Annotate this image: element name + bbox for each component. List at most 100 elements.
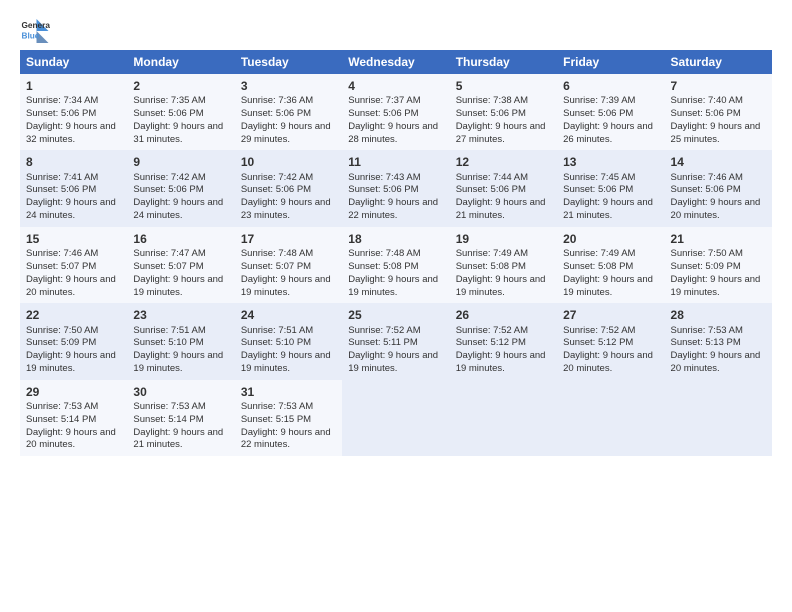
day-number: 25 (348, 307, 443, 323)
day-number: 23 (133, 307, 228, 323)
sunrise-info: Sunrise: 7:49 AM (563, 248, 658, 261)
calendar-cell: 4Sunrise: 7:37 AMSunset: 5:06 PMDaylight… (342, 74, 449, 150)
sunset-info: Sunset: 5:11 PM (348, 337, 443, 350)
weekday-header: Wednesday (342, 50, 449, 74)
sunrise-info: Sunrise: 7:52 AM (456, 325, 551, 338)
daylight-info: Daylight: 9 hours and 31 minutes. (133, 121, 228, 147)
sunset-info: Sunset: 5:06 PM (348, 184, 443, 197)
sunrise-info: Sunrise: 7:39 AM (563, 95, 658, 108)
daylight-info: Daylight: 9 hours and 19 minutes. (563, 274, 658, 300)
calendar-cell: 6Sunrise: 7:39 AMSunset: 5:06 PMDaylight… (557, 74, 664, 150)
sunrise-info: Sunrise: 7:42 AM (133, 172, 228, 185)
sunrise-info: Sunrise: 7:41 AM (26, 172, 121, 185)
calendar-cell: 13Sunrise: 7:45 AMSunset: 5:06 PMDayligh… (557, 150, 664, 226)
svg-text:General: General (22, 21, 51, 30)
daylight-info: Daylight: 9 hours and 19 minutes. (133, 274, 228, 300)
daylight-info: Daylight: 9 hours and 22 minutes. (348, 197, 443, 223)
day-number: 21 (671, 231, 766, 247)
daylight-info: Daylight: 9 hours and 19 minutes. (671, 274, 766, 300)
calendar-cell: 19Sunrise: 7:49 AMSunset: 5:08 PMDayligh… (450, 227, 557, 303)
day-number: 3 (241, 78, 336, 94)
calendar-body: 1Sunrise: 7:34 AMSunset: 5:06 PMDaylight… (20, 74, 772, 456)
sunrise-info: Sunrise: 7:40 AM (671, 95, 766, 108)
calendar-cell: 24 Sunrise: 7:51 AMSunset: 5:10 PMDayligh… (235, 303, 342, 379)
day-number: 22 (26, 307, 121, 323)
day-number: 20 (563, 231, 658, 247)
calendar-cell: 25Sunrise: 7:52 AMSunset: 5:11 PMDayligh… (342, 303, 449, 379)
sunset-info: Sunset: 5:06 PM (133, 108, 228, 121)
day-number: 27 (563, 307, 658, 323)
sunrise-info: Sunrise: 7:43 AM (348, 172, 443, 185)
sunset-info: Sunset: 5:09 PM (26, 337, 121, 350)
calendar-cell: 3Sunrise: 7:36 AMSunset: 5:06 PMDaylight… (235, 74, 342, 150)
sunrise-info: Sunrise: 7:51 AM (133, 325, 228, 338)
calendar-cell (342, 380, 449, 456)
sunset-info: Sunset: 5:06 PM (456, 108, 551, 121)
sunrise-info: Sunrise: 7:36 AM (241, 95, 336, 108)
day-number: 16 (133, 231, 228, 247)
day-number: 29 (26, 384, 121, 400)
sunset-info: Sunset: 5:06 PM (563, 108, 658, 121)
day-number: 15 (26, 231, 121, 247)
calendar-week: 15Sunrise: 7:46 AMSunset: 5:07 PMDayligh… (20, 227, 772, 303)
day-number: 11 (348, 154, 443, 170)
day-number: 18 (348, 231, 443, 247)
sunrise-info: Sunrise: 7:50 AM (26, 325, 121, 338)
day-number: 4 (348, 78, 443, 94)
day-number: 13 (563, 154, 658, 170)
calendar-cell: 2Sunrise: 7:35 AMSunset: 5:06 PMDaylight… (127, 74, 234, 150)
calendar-cell: 11 Sunrise: 7:43 AMSunset: 5:06 PMDayligh… (342, 150, 449, 226)
sunset-info: Sunset: 5:10 PM (241, 337, 336, 350)
calendar-cell: 31Sunrise: 7:53 AMSunset: 5:15 PMDayligh… (235, 380, 342, 456)
sunset-info: Sunset: 5:15 PM (241, 414, 336, 427)
sunrise-info: Sunrise: 7:53 AM (241, 401, 336, 414)
calendar-cell: 16Sunrise: 7:47 AMSunset: 5:07 PMDayligh… (127, 227, 234, 303)
weekday-header: Monday (127, 50, 234, 74)
calendar-week: 29Sunrise: 7:53 AMSunset: 5:14 PMDayligh… (20, 380, 772, 456)
sunset-info: Sunset: 5:10 PM (133, 337, 228, 350)
calendar-cell: 7Sunrise: 7:40 AMSunset: 5:06 PMDaylight… (665, 74, 772, 150)
sunset-info: Sunset: 5:07 PM (133, 261, 228, 274)
day-number: 26 (456, 307, 551, 323)
sunset-info: Sunset: 5:12 PM (563, 337, 658, 350)
calendar-cell: 9Sunrise: 7:42 AMSunset: 5:06 PMDaylight… (127, 150, 234, 226)
daylight-info: Daylight: 9 hours and 19 minutes. (241, 274, 336, 300)
daylight-info: Daylight: 9 hours and 21 minutes. (133, 427, 228, 453)
sunrise-info: Sunrise: 7:47 AM (133, 248, 228, 261)
calendar-week: 22 Sunrise: 7:50 AMSunset: 5:09 PM Dayligh… (20, 303, 772, 379)
sunrise-info: Sunrise: 7:46 AM (671, 172, 766, 185)
sunset-info: Sunset: 5:06 PM (456, 184, 551, 197)
calendar-cell: 27Sunrise: 7:52 AMSunset: 5:12 PMDayligh… (557, 303, 664, 379)
calendar-cell (450, 380, 557, 456)
sunset-info: Sunset: 5:06 PM (563, 184, 658, 197)
sunset-info: Sunset: 5:12 PM (456, 337, 551, 350)
sunrise-info: Sunrise: 7:34 AM (26, 95, 121, 108)
daylight-info: Daylight: 9 hours and 20 minutes. (671, 350, 766, 376)
day-number: 14 (671, 154, 766, 170)
logo: General Blue (20, 16, 50, 46)
day-number: 24 (241, 307, 336, 323)
daylight-info: Daylight: 9 hours and 25 minutes. (671, 121, 766, 147)
sunrise-info: Sunrise: 7:35 AM (133, 95, 228, 108)
calendar-cell: 8Sunrise: 7:41 AMSunset: 5:06 PMDaylight… (20, 150, 127, 226)
weekday-header: Sunday (20, 50, 127, 74)
calendar-cell: 22Sunrise: 7:50 AMSunset: 5:09 PMDayligh… (20, 303, 127, 379)
sunrise-info: Sunrise: 7:44 AM (456, 172, 551, 185)
daylight-info: Daylight: 9 hours and 32 minutes. (26, 121, 121, 147)
calendar-cell: 5Sunrise: 7:38 AMSunset: 5:06 PMDaylight… (450, 74, 557, 150)
sunrise-info: Sunrise: 7:53 AM (133, 401, 228, 414)
sunrise-info: Sunrise: 7:50 AM (671, 248, 766, 261)
sunrise-info: Sunrise: 7:51 AM (241, 325, 336, 338)
daylight-info: Daylight: 9 hours and 19 minutes. (241, 350, 336, 376)
calendar-cell: 23Sunrise: 7:51 AMSunset: 5:10 PMDayligh… (127, 303, 234, 379)
calendar-table: SundayMondayTuesdayWednesdayThursdayFrid… (20, 50, 772, 456)
daylight-info: Daylight: 9 hours and 20 minutes. (563, 350, 658, 376)
weekday-header: Thursday (450, 50, 557, 74)
sunset-info: Sunset: 5:08 PM (563, 261, 658, 274)
day-number: 30 (133, 384, 228, 400)
calendar-cell: 1Sunrise: 7:34 AMSunset: 5:06 PMDaylight… (20, 74, 127, 150)
day-number: 17 (241, 231, 336, 247)
svg-text:Blue: Blue (22, 32, 40, 41)
calendar-cell: 10Sunrise: 7:42 AMSunset: 5:06 PMDayligh… (235, 150, 342, 226)
sunset-info: Sunset: 5:07 PM (241, 261, 336, 274)
